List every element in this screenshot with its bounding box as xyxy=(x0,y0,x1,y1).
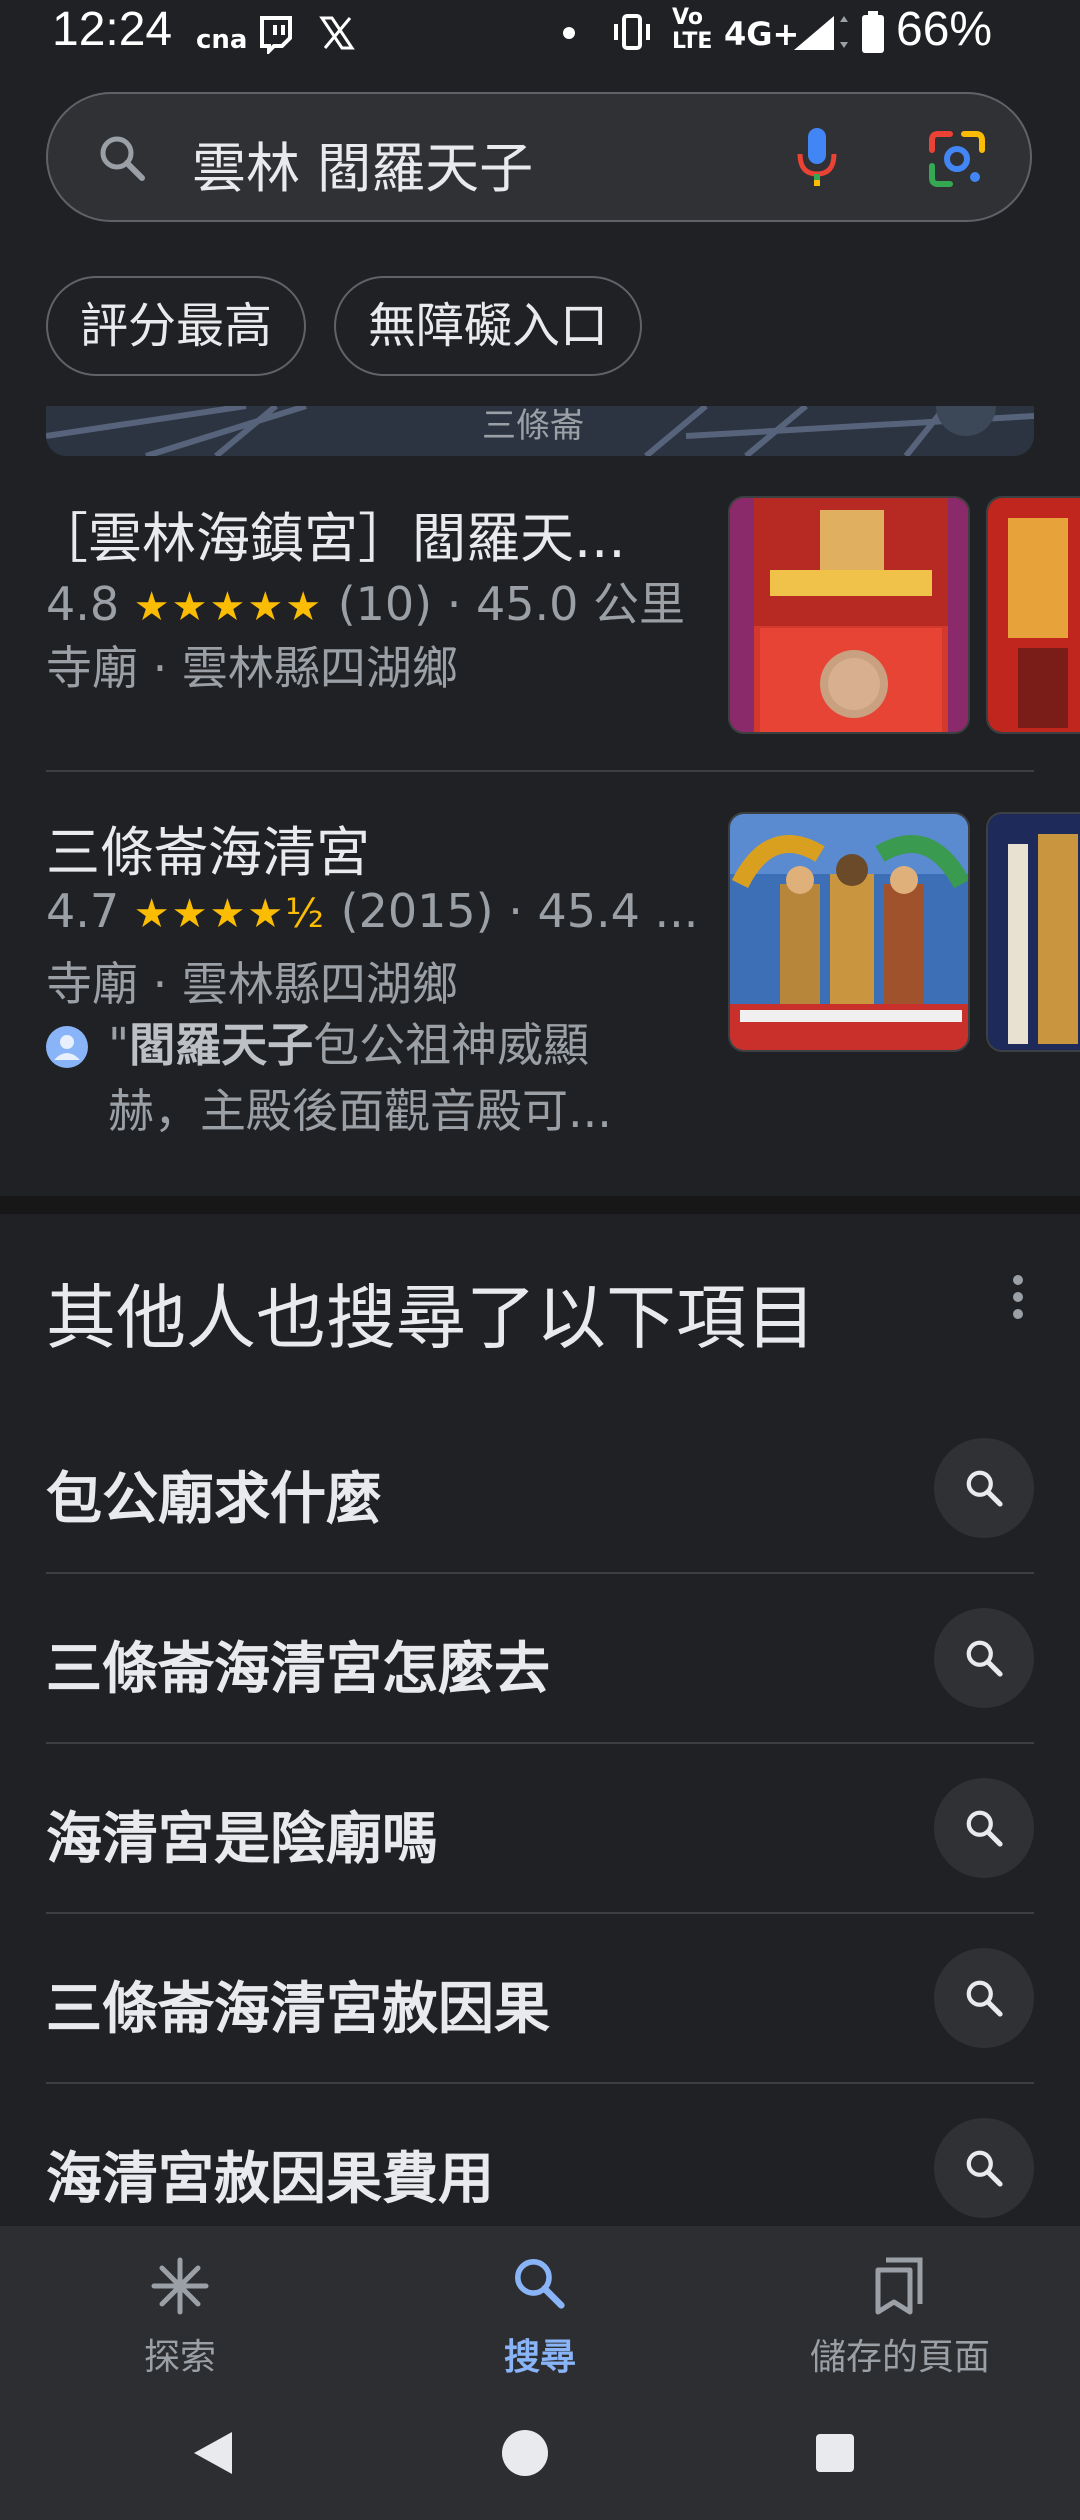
related-search-button[interactable] xyxy=(934,1948,1034,2048)
nav-search[interactable]: 搜尋 xyxy=(360,2226,720,2384)
related-search-button[interactable] xyxy=(934,1778,1034,1878)
signal-icon xyxy=(794,16,848,50)
related-search-item[interactable]: 三條崙海清宮怎麼去 xyxy=(0,1574,1080,1744)
status-bar: 12:24 cna Vo LTE 4G+ 66% xyxy=(0,0,1080,66)
notification-dot-icon xyxy=(563,27,575,39)
result-category-location: 寺廟 · 雲林縣四湖鄉 xyxy=(46,957,458,1011)
search-icon xyxy=(966,2150,1003,2187)
map-label: 三條崙 xyxy=(482,406,584,446)
home-icon[interactable] xyxy=(500,2428,550,2478)
bookmarks-icon xyxy=(875,2257,923,2315)
system-navigation-bar xyxy=(0,2384,1080,2520)
temple-interior-image xyxy=(988,498,1080,732)
rating-value: 4.7 xyxy=(46,884,120,938)
volte-label: Vo LTE xyxy=(672,5,713,54)
related-search-button[interactable] xyxy=(934,2118,1034,2218)
chip-label: 無障礙入口 xyxy=(368,298,609,354)
review-count-distance: (10) · 45.0 公里 xyxy=(337,577,686,631)
search-icon xyxy=(966,1810,1003,1847)
user-avatar-icon xyxy=(46,1026,88,1068)
battery-icon xyxy=(862,11,884,53)
chip-top-rated[interactable]: 評分最高 xyxy=(46,276,307,376)
battery-percent: 66% xyxy=(896,3,993,56)
nav-saved-label: 儲存的頁面 xyxy=(809,2337,990,2378)
nav-explore-label: 探索 xyxy=(143,2337,216,2378)
result-photo[interactable] xyxy=(728,496,970,734)
related-search-button[interactable] xyxy=(934,1608,1034,1708)
divider xyxy=(46,770,1034,772)
status-time: 12:24 xyxy=(52,3,173,56)
nav-search-label: 搜尋 xyxy=(503,2337,576,2378)
result-title[interactable]: ［雲林海鎮宮］閻羅天... xyxy=(34,494,626,573)
star-rating-icon: ★★★★½ xyxy=(133,891,326,937)
section-separator xyxy=(0,1196,1080,1214)
related-search-item[interactable]: 包公廟求什麼 xyxy=(0,1404,1080,1574)
result-photo[interactable] xyxy=(986,812,1080,1052)
related-search-item[interactable]: 海清宮是陰廟嗎 xyxy=(0,1744,1080,1914)
result-rating: 4.7 ★★★★½ (2015) · 45.4 ... xyxy=(46,884,698,938)
result-photo[interactable] xyxy=(986,496,1080,734)
search-icon xyxy=(966,1980,1003,2017)
nav-saved[interactable]: 儲存的頁面 xyxy=(720,2226,1080,2384)
twitch-icon xyxy=(260,16,292,54)
review-snippet: "閻羅天子包公祖神威顯赫，主殿後面觀音殿可... xyxy=(108,1018,612,1138)
result-category-location: 寺廟 · 雲林縣四湖鄉 xyxy=(46,641,458,695)
related-searches-title: 其他人也搜尋了以下項目 xyxy=(46,1277,816,1359)
x-logo-icon xyxy=(319,16,355,50)
cna-icon: cna xyxy=(196,25,248,55)
map-preview[interactable]: 三條崙 xyxy=(46,406,1034,456)
related-search-label: 海清宮赦因果費用 xyxy=(46,2147,494,2212)
search-input[interactable]: 雲林 閻羅天子 xyxy=(192,124,533,203)
deity-statues-image xyxy=(730,814,968,1050)
related-search-label: 三條崙海清宮怎麼去 xyxy=(46,1637,550,1702)
related-search-button[interactable] xyxy=(934,1438,1034,1538)
recents-icon[interactable] xyxy=(814,2432,856,2474)
vibrate-icon xyxy=(614,14,650,50)
search-icon xyxy=(966,1470,1003,1507)
search-icon xyxy=(515,2259,565,2309)
bottom-navigation: 探索 搜尋 儲存的頁面 xyxy=(0,2226,1080,2384)
related-search-item[interactable]: 三條崙海清宮赦因果 xyxy=(0,1914,1080,2084)
back-icon[interactable] xyxy=(190,2428,236,2478)
result-photo[interactable] xyxy=(728,812,970,1052)
search-icon xyxy=(966,1640,1003,1677)
related-search-label: 三條崙海清宮赦因果 xyxy=(46,1977,550,2042)
related-search-label: 包公廟求什麼 xyxy=(46,1467,382,1532)
result-title[interactable]: 三條崙海清宮 xyxy=(46,808,370,887)
chip-accessible-entrance[interactable]: 無障礙入口 xyxy=(334,276,643,376)
temple-altar-image xyxy=(730,498,968,732)
chip-label: 評分最高 xyxy=(80,298,273,354)
more-vert-icon[interactable] xyxy=(998,1272,1038,1322)
explore-icon xyxy=(151,2257,209,2315)
search-icon xyxy=(100,136,145,181)
related-search-label: 海清宮是陰廟嗎 xyxy=(46,1807,438,1872)
nav-explore[interactable]: 探索 xyxy=(0,2226,360,2384)
lens-icon[interactable] xyxy=(928,130,986,188)
star-rating-icon: ★★★★★ xyxy=(133,584,324,630)
mic-icon[interactable] xyxy=(794,126,840,192)
rating-value: 4.8 xyxy=(46,577,120,631)
temple-night-image xyxy=(988,814,1080,1050)
search-bar[interactable]: 雲林 閻羅天子 xyxy=(46,92,1032,222)
network-type: 4G+ xyxy=(724,15,800,53)
review-highlight: 閻羅天子 xyxy=(129,1018,314,1072)
review-count-distance: (2015) · 45.4 ... xyxy=(340,884,699,938)
result-rating: 4.8 ★★★★★ (10) · 45.0 公里 xyxy=(46,568,685,634)
